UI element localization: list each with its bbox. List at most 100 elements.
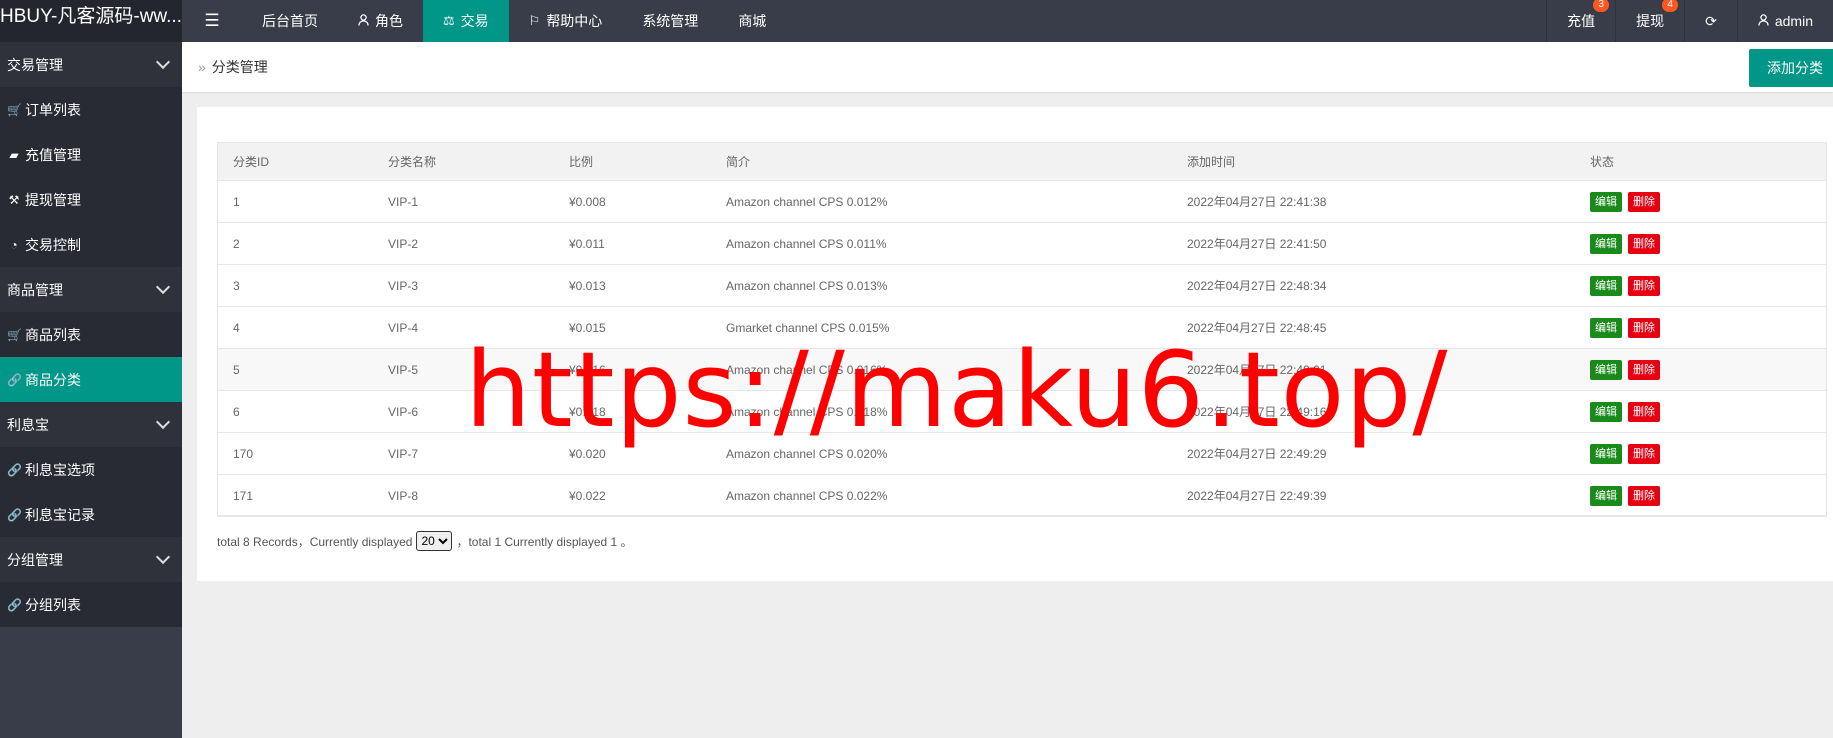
cell-id: 2 [217, 222, 372, 265]
sidebar-item-trade-control[interactable]: ◔ 交易控制 [0, 222, 182, 267]
cell-ratio: ¥0.020 [553, 432, 710, 475]
page-size-select[interactable]: 20 [416, 531, 453, 551]
hamburger-icon: ☰ [204, 11, 220, 30]
cell-actions: 编辑 删除 [1574, 222, 1827, 265]
cell-id: 6 [217, 390, 372, 433]
cell-time: 2022年04月27日 22:49:29 [1171, 432, 1574, 475]
delete-button[interactable]: 删除 [1628, 401, 1660, 422]
header-right: 充值 3 提现 4 ⟳ admin [1546, 0, 1833, 42]
sidebar-item-withdraw[interactable]: ⚒ 提现管理 [0, 177, 182, 222]
cell-actions: 编辑 删除 [1574, 306, 1827, 349]
cell-actions: 编辑 删除 [1574, 390, 1827, 433]
nav-trade[interactable]: ⚖ 交易 [423, 0, 509, 42]
cell-desc: Gmarket channel CPS 0.015% [710, 306, 1171, 349]
app-logo[interactable]: HBUY-凡客源码-ww... [0, 0, 182, 42]
nav-home[interactable]: 后台首页 [242, 0, 338, 42]
pager-prefix: total 8 Records，Currently displayed [217, 534, 413, 549]
edit-button[interactable]: 编辑 [1590, 485, 1622, 506]
add-category-button[interactable]: 添加分类 [1749, 49, 1833, 87]
cell-ratio: ¥0.015 [553, 306, 710, 349]
top-nav: ☰ 后台首页 角色 ⚖ 交易 ⚐ 帮助中心 系统管理 商城 [182, 0, 786, 42]
cell-time: 2022年04月27日 22:49:01 [1171, 348, 1574, 391]
edit-button[interactable]: 编辑 [1590, 233, 1622, 254]
breadcrumb: » 分类管理 添加分类 [182, 42, 1833, 92]
cell-actions: 编辑 删除 [1574, 264, 1827, 307]
cell-desc: Amazon channel CPS 0.013% [710, 264, 1171, 307]
cell-actions: 编辑 删除 [1574, 348, 1827, 391]
column-header: 分类名称 [372, 142, 553, 181]
table-row: 170 VIP-7 ¥0.020 Amazon channel CPS 0.020% 2… [217, 432, 1827, 475]
nav-system[interactable]: 系统管理 [622, 0, 718, 42]
delete-button[interactable]: 删除 [1628, 443, 1660, 464]
nav-role[interactable]: 角色 [338, 0, 423, 42]
pager-suffix: ，total 1 Currently displayed 1 。 [456, 534, 633, 549]
table-row: 4 VIP-4 ¥0.015 Gmarket channel CPS 0.015% 20… [217, 306, 1827, 349]
menu-toggle-button[interactable]: ☰ [182, 0, 242, 42]
sidebar-group-interest[interactable]: 利息宝 [0, 402, 182, 447]
cell-ratio: ¥0.013 [553, 264, 710, 307]
sidebar-item-orders[interactable]: 🛒 订单列表 [0, 87, 182, 132]
delete-button[interactable]: 删除 [1628, 233, 1660, 254]
sidebar-item-recharge[interactable]: ▰ 充值管理 [0, 132, 182, 177]
link-icon: 🔗 [7, 372, 22, 387]
cell-ratio: ¥0.018 [553, 390, 710, 433]
delete-button[interactable]: 删除 [1628, 359, 1660, 380]
edit-button[interactable]: 编辑 [1590, 401, 1622, 422]
cart-icon: 🛒 [7, 102, 22, 117]
user-icon [358, 13, 369, 29]
user-menu[interactable]: admin [1736, 0, 1833, 42]
dashboard-icon: ◔ [10, 237, 18, 252]
user-icon [1758, 13, 1769, 29]
cell-id: 5 [217, 348, 372, 391]
sidebar-group-trade[interactable]: 交易管理 [0, 42, 182, 87]
hammer-icon: ⚒ [8, 192, 20, 207]
cell-id: 170 [217, 432, 372, 475]
edit-button[interactable]: 编辑 [1590, 359, 1622, 380]
sidebar-group-groups[interactable]: 分组管理 [0, 537, 182, 582]
link-icon: 🔗 [7, 507, 22, 522]
recharge-button[interactable]: 充值 3 [1546, 0, 1615, 42]
cell-name: VIP-1 [372, 180, 553, 223]
pagination: total 8 Records，Currently displayed 20 ，… [217, 531, 633, 551]
delete-button[interactable]: 删除 [1628, 485, 1660, 506]
cell-actions: 编辑 删除 [1574, 474, 1827, 517]
nav-help[interactable]: ⚐ 帮助中心 [509, 0, 623, 42]
cell-time: 2022年04月27日 22:49:16 [1171, 390, 1574, 433]
sidebar-item-goods-list[interactable]: 🛒 商品列表 [0, 312, 182, 357]
cell-ratio: ¥0.011 [553, 222, 710, 265]
edit-button[interactable]: 编辑 [1590, 443, 1622, 464]
sidebar-item-interest-records[interactable]: 🔗 利息宝记录 [0, 492, 182, 537]
edit-button[interactable]: 编辑 [1590, 191, 1622, 212]
refresh-icon: ⟳ [1705, 12, 1717, 29]
sidebar-item-interest-options[interactable]: 🔗 利息宝选项 [0, 447, 182, 492]
column-header: 比例 [553, 142, 710, 181]
chevron-down-icon [155, 54, 171, 69]
delete-button[interactable]: 删除 [1628, 191, 1660, 212]
cell-time: 2022年04月27日 22:41:38 [1171, 180, 1574, 223]
chevron-down-icon [155, 279, 171, 294]
breadcrumb-current: 分类管理 [211, 59, 268, 75]
refresh-button[interactable]: ⟳ [1684, 0, 1737, 42]
sidebar-group-goods[interactable]: 商品管理 [0, 267, 182, 312]
cell-name: VIP-4 [372, 306, 553, 349]
link-icon: 🔗 [7, 462, 22, 477]
withdraw-button[interactable]: 提现 4 [1615, 0, 1684, 42]
cell-id: 4 [217, 306, 372, 349]
flag-icon: ⚐ [528, 13, 541, 28]
scale-icon: ⚖ [443, 13, 455, 28]
nav-mall[interactable]: 商城 [718, 0, 786, 42]
cell-desc: Amazon channel CPS 0.020% [710, 432, 1171, 475]
edit-button[interactable]: 编辑 [1590, 317, 1622, 338]
table-row: 3 VIP-3 ¥0.013 Amazon channel CPS 0.013% 202… [217, 264, 1827, 307]
sidebar-item-goods-category[interactable]: 🔗 商品分类 [0, 357, 182, 402]
column-header: 分类ID [217, 142, 372, 181]
delete-button[interactable]: 删除 [1628, 317, 1660, 338]
cell-name: VIP-7 [372, 432, 553, 475]
cell-desc: Amazon channel CPS 0.022% [710, 474, 1171, 517]
edit-button[interactable]: 编辑 [1590, 275, 1622, 296]
delete-button[interactable]: 删除 [1628, 275, 1660, 296]
top-header: HBUY-凡客源码-ww... ☰ 后台首页 角色 ⚖ 交易 ⚐ 帮助中心 系统… [0, 0, 1833, 42]
sidebar-item-group-list[interactable]: 🔗 分组列表 [0, 582, 182, 627]
double-chevron-right-icon: » [198, 59, 206, 75]
table-row: 2 VIP-2 ¥0.011 Amazon channel CPS 0.011% 202… [217, 222, 1827, 265]
